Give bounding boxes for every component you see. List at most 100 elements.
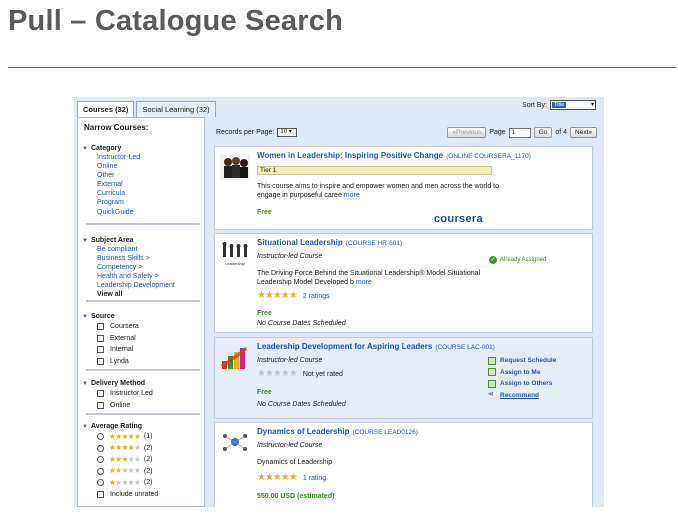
- rating-option[interactable]: ★★★★★ (1): [97, 431, 202, 443]
- course-title-link[interactable]: Leadership Development for Aspiring Lead…: [257, 342, 495, 351]
- checkbox[interactable]: [97, 323, 104, 331]
- category-link[interactable]: Curricula: [97, 189, 202, 198]
- checkbox[interactable]: [97, 346, 104, 354]
- source-option[interactable]: Internal: [97, 344, 202, 356]
- checkbox[interactable]: [97, 357, 104, 365]
- course-title-link[interactable]: Dynamics of Leadership (COURSE LEAD0126): [257, 427, 418, 436]
- star-rating-icon: ★★★★★: [257, 472, 298, 483]
- facet-label: Source: [90, 313, 115, 320]
- subject-link[interactable]: Business Skills >: [97, 254, 202, 263]
- course-title[interactable]: Leadership Development for Aspiring Lead…: [257, 342, 432, 351]
- thumbnail-caption: Leadership: [225, 261, 246, 266]
- tab-courses[interactable]: Courses (32): [77, 101, 135, 117]
- course-title-link[interactable]: Women in Leadership: Inspiring Positive …: [257, 151, 531, 160]
- rating-count: (2): [143, 456, 153, 464]
- facet-divider: [86, 413, 200, 415]
- checkbox[interactable]: [97, 490, 104, 498]
- course-title[interactable]: Women in Leadership: Inspiring Positive …: [257, 151, 443, 160]
- category-link[interactable]: Online: [97, 162, 202, 171]
- course-title[interactable]: Situational Leadership: [257, 238, 343, 247]
- assign-to-others-action[interactable]: Assign to Others: [488, 378, 556, 390]
- subject-link[interactable]: Be compliant: [97, 245, 202, 254]
- course-type: Instructor-led Course: [257, 253, 323, 260]
- records-per-page-select[interactable]: 10 ▾: [277, 128, 298, 137]
- page-number-input[interactable]: 1: [508, 127, 531, 138]
- facet-category-toggle[interactable]: ▼ Category: [82, 144, 202, 153]
- action-label[interactable]: Recommend: [500, 392, 539, 399]
- course-price: Free: [257, 389, 272, 396]
- source-option[interactable]: Coursera: [97, 321, 202, 333]
- subject-link[interactable]: Health and Safety >: [97, 272, 202, 281]
- category-link[interactable]: Instructor-Led: [97, 153, 202, 162]
- course-title-link[interactable]: Situational Leadership (COURSE HR-601): [257, 238, 402, 247]
- source-option[interactable]: Lynda: [97, 356, 202, 368]
- category-link[interactable]: Program: [97, 198, 202, 207]
- radio-button[interactable]: [97, 467, 104, 475]
- facet-source: ▼ Source Coursera External Internal Lynd…: [82, 312, 202, 367]
- dynamics-thumbnail-icon: [220, 430, 250, 456]
- checkbox[interactable]: [97, 390, 104, 398]
- collapse-triangle-icon: ▼: [82, 380, 88, 387]
- checkbox[interactable]: [97, 334, 104, 342]
- facet-source-toggle[interactable]: ▼ Source: [82, 312, 202, 321]
- records-label: Records per Page:: [216, 129, 275, 136]
- radio-button[interactable]: [97, 444, 104, 452]
- category-link[interactable]: Other: [97, 171, 202, 180]
- rating-option[interactable]: ★★★★★ (2): [97, 466, 202, 478]
- recommend-action[interactable]: ⋖ Recommend: [488, 390, 556, 402]
- subject-link[interactable]: Leadership Development: [97, 281, 202, 290]
- tab-social-learning[interactable]: Social Learning (32): [136, 101, 216, 117]
- sort-select[interactable]: Title ▾: [550, 100, 596, 110]
- action-label[interactable]: Request Schedule: [500, 357, 556, 364]
- sort-by: Sort By: Title ▾: [522, 100, 596, 110]
- go-button[interactable]: Go: [533, 127, 553, 138]
- star-rating-icon: ★★★★★: [257, 290, 298, 301]
- course-description: This course aims to inspire and empower …: [257, 182, 502, 200]
- check-circle-icon: ✓: [489, 256, 497, 264]
- delivery-option[interactable]: Online: [97, 400, 202, 412]
- view-all-link[interactable]: View all: [97, 290, 202, 299]
- source-option[interactable]: External: [97, 333, 202, 345]
- rating-count: (2): [143, 467, 153, 475]
- radio-button[interactable]: [97, 456, 104, 464]
- category-link[interactable]: External: [97, 180, 202, 189]
- rating-text: Not yet rated: [302, 370, 343, 378]
- course-rating: ★★★★★ 1 rating: [257, 472, 326, 483]
- action-label[interactable]: Assign to Others: [500, 380, 552, 387]
- checkbox[interactable]: [97, 401, 104, 409]
- facet-divider: [86, 223, 200, 225]
- request-schedule-action[interactable]: Request Schedule: [488, 355, 556, 367]
- narrow-courses-sidebar: Narrow Courses: ▼ Category Instructor-Le…: [77, 117, 205, 507]
- records-value: 10: [280, 129, 288, 135]
- category-link[interactable]: QuickGuide: [97, 208, 202, 217]
- more-link[interactable]: more: [356, 279, 372, 286]
- course-title[interactable]: Dynamics of Leadership: [257, 427, 349, 436]
- assign-icon: [488, 368, 496, 377]
- result-tabs: Courses (32) Social Learning (32): [77, 101, 216, 117]
- include-unrated-option[interactable]: Include unrated: [97, 489, 202, 501]
- more-link[interactable]: more: [344, 192, 360, 199]
- facet-category: ▼ Category Instructor-Led Online Other E…: [82, 144, 202, 217]
- share-icon: ⋖: [488, 391, 494, 399]
- status-text: Already Assigned: [500, 257, 547, 263]
- radio-button[interactable]: [97, 479, 104, 487]
- facet-delivery-toggle[interactable]: ▼ Delivery Method: [82, 379, 202, 388]
- page-label: Page: [489, 129, 506, 136]
- rating-option[interactable]: ★★★★★ (2): [97, 443, 202, 455]
- ratings-link[interactable]: 1 rating: [303, 475, 326, 482]
- rating-option[interactable]: ★★★★★ (2): [97, 454, 202, 466]
- action-label[interactable]: Assign to Me: [500, 369, 540, 376]
- previous-button[interactable]: «Previous: [447, 127, 487, 138]
- facet-subject-toggle[interactable]: ▼ Subject Area: [82, 236, 202, 245]
- rating-option[interactable]: ★★★★★ (2): [97, 477, 202, 489]
- assign-to-me-action[interactable]: Assign to Me: [488, 367, 556, 379]
- delivery-option[interactable]: Instructor Led: [97, 388, 202, 400]
- radio-button[interactable]: [97, 433, 104, 441]
- ratings-link[interactable]: 2 ratings: [303, 293, 330, 300]
- next-button[interactable]: Next»: [570, 127, 597, 138]
- option-label: Online: [110, 401, 131, 409]
- subject-link[interactable]: Competency >: [97, 263, 202, 272]
- facet-rating-toggle[interactable]: ▼ Average Rating: [82, 422, 202, 431]
- facet-average-rating: ▼ Average Rating ★★★★★ (1) ★★★★★ (2) ★★★…: [82, 422, 202, 500]
- sort-by-label: Sort By:: [522, 101, 547, 109]
